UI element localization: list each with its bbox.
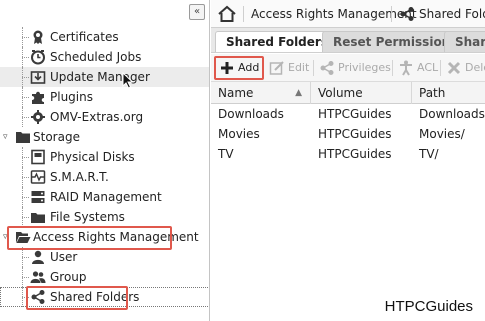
nav-item-label: File Systems — [50, 210, 125, 224]
nav-category-label: Access Rights Management — [33, 230, 199, 244]
nav-item-smart[interactable]: S.M.A.R.T. — [0, 167, 209, 187]
add-button-label: Add — [238, 61, 260, 74]
cell-path: Movies/ — [419, 127, 465, 141]
watermark: HTPCGuides — [384, 298, 473, 315]
collapse-panel-button[interactable]: « — [189, 4, 205, 20]
share-icon — [320, 61, 334, 75]
nav-item-label: Physical Disks — [50, 150, 135, 164]
mouse-pointer-icon — [122, 72, 134, 89]
nav-category-label: Storage — [33, 130, 80, 144]
tab-shares[interactable]: Shares — [444, 31, 485, 52]
table-row[interactable]: Downloads HTPCGuides Downloads/ — [211, 104, 485, 124]
nav-item-label: Group — [50, 270, 87, 284]
table-row[interactable]: TV HTPCGuides TV/ — [211, 144, 485, 164]
cell-volume: HTPCGuides — [318, 107, 392, 121]
nav-item-label: S.M.A.R.T. — [50, 170, 109, 184]
group-icon — [30, 271, 46, 283]
toolbar: Add Edit Privileges ACL Del — [211, 54, 485, 82]
privileges-button-label: Privileges — [338, 61, 391, 74]
navigation-panel: « Certificates Scheduled Jobs Update Man… — [0, 0, 210, 321]
nav-item-certificates[interactable]: Certificates — [0, 27, 209, 47]
column-header-volume[interactable]: Volume — [311, 82, 412, 104]
cell-name: Downloads — [218, 107, 284, 121]
share-icon — [400, 7, 414, 21]
share-icon — [31, 290, 45, 304]
shared-folders-grid: Name ▲ Volume Path Downloads HTPCGuides … — [211, 82, 485, 164]
tab-bar: Shared Folders Reset Permissions Shares — [211, 28, 485, 53]
nav-item-label: OMV-Extras.org — [50, 110, 144, 124]
nav-item-label: Scheduled Jobs — [50, 50, 142, 64]
chevron-down-icon[interactable]: ▿ — [3, 127, 13, 147]
nav-item-group[interactable]: Group — [0, 267, 209, 287]
nav-item-label: User — [50, 250, 78, 264]
cell-name: TV — [218, 147, 234, 161]
nav-item-label: RAID Management — [50, 190, 162, 204]
cell-name: Movies — [218, 127, 260, 141]
nav-item-label: Plugins — [50, 90, 93, 104]
breadcrumb-current: Shared Folders — [419, 7, 485, 21]
close-icon — [447, 61, 461, 75]
column-header-name[interactable]: Name ▲ — [211, 82, 311, 104]
edit-button-label: Edit — [288, 61, 310, 74]
person-icon — [400, 60, 412, 76]
nav-item-file-systems[interactable]: File Systems — [0, 207, 209, 227]
puzzle-icon — [32, 91, 44, 104]
heartbeat-icon — [30, 170, 46, 184]
table-row[interactable]: Movies HTPCGuides Movies/ — [211, 124, 485, 144]
nav-item-raid-management[interactable]: RAID Management — [0, 187, 209, 207]
plus-icon — [221, 62, 233, 74]
nav-item-shared-folders[interactable]: Shared Folders — [0, 287, 209, 307]
grid-header: Name ▲ Volume Path — [211, 82, 485, 104]
chevron-down-icon[interactable]: ▿ — [3, 227, 13, 247]
main-panel: Access Rights Management Shared Folders … — [211, 0, 485, 321]
nav-item-physical-disks[interactable]: Physical Disks — [0, 147, 209, 167]
tab-shared-folders[interactable]: Shared Folders — [215, 31, 339, 52]
folder-open-icon — [16, 232, 31, 243]
nav-item-label: Shared Folders — [50, 290, 140, 304]
breadcrumb: Access Rights Management Shared Folders — [211, 0, 485, 28]
nav-item-plugins[interactable]: Plugins — [0, 87, 209, 107]
column-header-path[interactable]: Path — [412, 82, 485, 104]
nav-item-omv-extras[interactable]: OMV-Extras.org — [0, 107, 209, 127]
nav-item-update-manager[interactable]: Update Manager — [0, 67, 209, 87]
disk-icon — [31, 149, 45, 165]
cell-volume: HTPCGuides — [318, 127, 392, 141]
cell-path: Downloads/ — [419, 107, 485, 121]
nav-category-access-rights[interactable]: ▿ Access Rights Management — [0, 227, 209, 247]
nav-item-label: Certificates — [50, 30, 119, 44]
cell-volume: HTPCGuides — [318, 147, 392, 161]
certificate-icon — [33, 30, 43, 44]
nav-item-label: Update Manager — [50, 70, 150, 84]
filesystem-icon — [31, 213, 45, 223]
user-icon — [32, 250, 44, 264]
sort-ascending-icon: ▲ — [295, 88, 302, 98]
navigation-tree: Certificates Scheduled Jobs Update Manag… — [0, 27, 209, 307]
folder-icon — [16, 132, 30, 143]
delete-button-label: Delete — [465, 61, 485, 74]
acl-button-label: ACL — [417, 61, 439, 74]
gear-icon — [31, 110, 45, 124]
home-icon[interactable] — [217, 4, 237, 24]
download-icon — [30, 71, 46, 84]
raid-icon — [31, 191, 45, 203]
edit-icon — [269, 61, 284, 75]
clock-icon — [31, 50, 45, 65]
nav-category-storage[interactable]: ▿ Storage — [0, 127, 209, 147]
cell-path: TV/ — [419, 147, 439, 161]
nav-item-user[interactable]: User — [0, 247, 209, 267]
nav-item-scheduled-jobs[interactable]: Scheduled Jobs — [0, 47, 209, 67]
